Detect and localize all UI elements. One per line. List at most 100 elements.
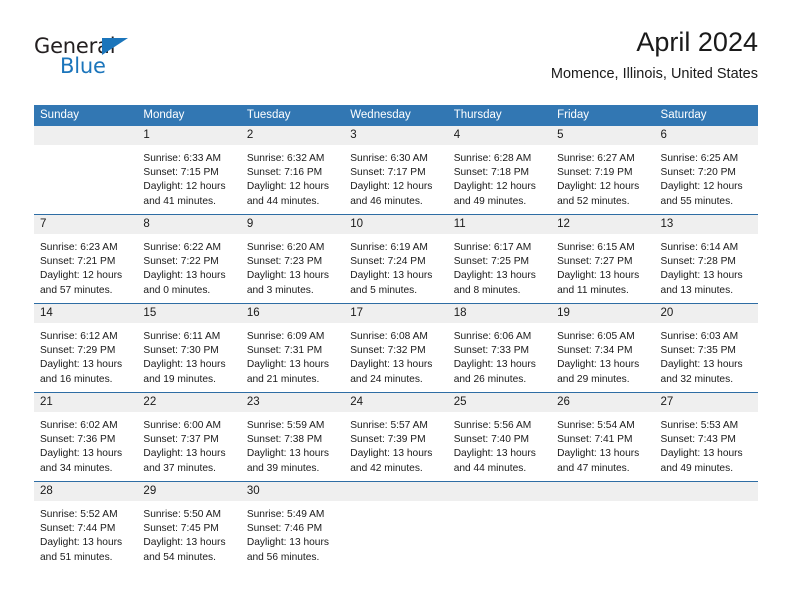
sunrise-text: Sunrise: 5:54 AM <box>557 420 635 431</box>
calendar-day-cell[interactable]: 21 Sunrise: 6:02 AM Sunset: 7:36 PM Dayligh… <box>34 393 138 481</box>
weekday-header-monday: Monday <box>143 109 185 121</box>
day-number: 18 <box>447 304 552 323</box>
calendar-day-cell[interactable]: 17 Sunrise: 6:08 AM Sunset: 7:32 PM Dayligh… <box>344 304 448 392</box>
day-number: 23 <box>240 393 345 412</box>
calendar-day-cell[interactable]: 16 Sunrise: 6:09 AM Sunset: 7:31 PM Dayligh… <box>240 304 345 392</box>
calendar-day-cell[interactable]: 9 Sunrise: 6:20 AM Sunset: 7:23 PM Daylight… <box>240 215 345 303</box>
day-details: Sunrise: 5:54 AM Sunset: 7:41 PM Daylight:… <box>551 412 654 476</box>
calendar-day-cell[interactable]: 29 Sunrise: 5:50 AM Sunset: 7:45 PM Dayligh… <box>137 482 241 570</box>
daylight-text-cont: and 32 minutes. <box>660 373 734 385</box>
day-details: Sunrise: 6:23 AM Sunset: 7:21 PM Daylight:… <box>34 234 137 298</box>
day-details: Sunrise: 6:08 AM Sunset: 7:32 PM Daylight:… <box>344 323 447 387</box>
daylight-text-cont: and 21 minutes. <box>246 373 320 385</box>
sunset-text: Sunset: 7:43 PM <box>660 434 736 446</box>
daylight-text-cont: and 0 minutes. <box>143 284 211 296</box>
day-number: 17 <box>344 304 448 323</box>
calendar-day-cell[interactable]: 18 Sunrise: 6:06 AM Sunset: 7:33 PM Dayligh… <box>447 304 552 392</box>
calendar-day-cell[interactable]: 22 Sunrise: 6:00 AM Sunset: 7:37 PM Dayligh… <box>137 393 241 481</box>
daylight-text: Daylight: 13 hours <box>660 270 743 282</box>
day-number: 15 <box>137 304 241 323</box>
day-details: Sunrise: 6:32 AM Sunset: 7:16 PM Daylight:… <box>241 145 344 209</box>
day-details <box>551 501 654 508</box>
weekday-header-wednesday: Wednesday <box>350 109 411 121</box>
calendar-day-cell[interactable]: 23 Sunrise: 5:59 AM Sunset: 7:38 PM Dayligh… <box>240 393 345 481</box>
calendar-day-cell[interactable]: 14 Sunrise: 6:12 AM Sunset: 7:29 PM Dayligh… <box>34 304 138 392</box>
calendar-page: General Blue April 2024 Momence, Illinoi… <box>0 0 792 612</box>
day-details: Sunrise: 6:03 AM Sunset: 7:35 PM Daylight:… <box>655 323 758 387</box>
calendar-day-cell[interactable]: 10 Sunrise: 6:19 AM Sunset: 7:24 PM Dayligh… <box>344 215 448 303</box>
daylight-text-cont: and 57 minutes. <box>40 284 113 296</box>
daylight-text: Daylight: 13 hours <box>660 359 743 371</box>
daylight-text: Daylight: 13 hours <box>557 270 640 282</box>
calendar-day-cell[interactable]: 19 Sunrise: 6:05 AM Sunset: 7:34 PM Dayligh… <box>551 304 655 392</box>
day-number: 7 <box>34 215 138 234</box>
weekday-header-thursday: Thursday <box>453 109 502 121</box>
daylight-text-cont: and 26 minutes. <box>453 373 527 385</box>
daylight-text-cont: and 37 minutes. <box>143 462 216 474</box>
daylight-text: Daylight: 13 hours <box>453 448 536 460</box>
weekday-header-saturday: Saturday <box>660 109 707 121</box>
day-number: 26 <box>551 393 655 412</box>
day-details: Sunrise: 5:50 AM Sunset: 7:45 PM Daylight:… <box>137 501 240 565</box>
daylight-text-cont: and 24 minutes. <box>350 373 423 385</box>
calendar-day-cell[interactable]: 8 Sunrise: 6:22 AM Sunset: 7:22 PM Daylight… <box>137 215 241 303</box>
sunset-text: Sunset: 7:28 PM <box>660 256 736 268</box>
sunset-text: Sunset: 7:16 PM <box>246 167 323 179</box>
calendar-day-cell[interactable]: 20 Sunrise: 6:03 AM Sunset: 7:35 PM Dayligh… <box>654 304 758 392</box>
calendar-day-cell[interactable]: 26 Sunrise: 5:54 AM Sunset: 7:41 PM Dayligh… <box>551 393 655 481</box>
calendar-day-cell-empty <box>344 482 448 570</box>
calendar-day-cell[interactable]: 13 Sunrise: 6:14 AM Sunset: 7:28 PM Dayligh… <box>654 215 758 303</box>
daylight-text: Daylight: 13 hours <box>143 270 226 282</box>
calendar-day-cell[interactable]: 7 Sunrise: 6:23 AM Sunset: 7:21 PM Daylight… <box>34 215 138 303</box>
calendar-day-cell[interactable]: 25 Sunrise: 5:56 AM Sunset: 7:40 PM Dayligh… <box>447 393 552 481</box>
daylight-text: Daylight: 13 hours <box>40 537 123 549</box>
daylight-text-cont: and 44 minutes. <box>453 462 527 474</box>
weekday-header-row: Sunday Monday Tuesday Wednesday Thursday Frid… <box>34 105 758 126</box>
sunset-text: Sunset: 7:39 PM <box>350 434 426 446</box>
day-number <box>551 482 655 501</box>
sunset-text: Sunset: 7:34 PM <box>557 345 633 357</box>
general-blue-logo[interactable]: General Blue <box>34 34 214 86</box>
calendar-day-cell[interactable]: 5 Sunrise: 6:27 AM Sunset: 7:19 PM Daylight… <box>551 126 655 214</box>
daylight-text: Daylight: 13 hours <box>350 448 433 460</box>
calendar-day-cell[interactable]: 28 Sunrise: 5:52 AM Sunset: 7:44 PM Dayligh… <box>34 482 138 570</box>
sunset-text: Sunset: 7:44 PM <box>40 523 116 535</box>
calendar-day-cell[interactable]: 12 Sunrise: 6:15 AM Sunset: 7:27 PM Dayligh… <box>551 215 655 303</box>
day-number: 3 <box>344 126 448 145</box>
day-details: Sunrise: 6:19 AM Sunset: 7:24 PM Daylight:… <box>344 234 447 298</box>
day-details: Sunrise: 6:27 AM Sunset: 7:19 PM Daylight:… <box>551 145 654 209</box>
daylight-text-cont: and 51 minutes. <box>40 551 113 563</box>
day-number <box>447 482 552 501</box>
daylight-text: Daylight: 13 hours <box>453 270 536 282</box>
sunset-text: Sunset: 7:46 PM <box>246 523 323 535</box>
sunrise-text: Sunrise: 6:33 AM <box>143 153 222 164</box>
calendar-week-row: 1 Sunrise: 6:33 AM Sunset: 7:15 PM Daylight… <box>34 126 758 214</box>
day-number: 27 <box>654 393 758 412</box>
sunset-text: Sunset: 7:38 PM <box>246 434 323 446</box>
sunrise-text: Sunrise: 6:30 AM <box>350 153 428 164</box>
calendar-day-cell[interactable]: 4 Sunrise: 6:28 AM Sunset: 7:18 PM Daylight… <box>447 126 552 214</box>
daylight-text: Daylight: 13 hours <box>350 359 433 371</box>
sunrise-text: Sunrise: 5:59 AM <box>246 420 325 431</box>
calendar-day-cell[interactable]: 30 Sunrise: 5:49 AM Sunset: 7:46 PM Dayligh… <box>240 482 345 570</box>
logo-text-blue: Blue <box>60 54 106 78</box>
sunset-text: Sunset: 7:23 PM <box>246 256 323 268</box>
daylight-text: Daylight: 13 hours <box>350 270 433 282</box>
calendar-day-cell[interactable]: 6 Sunrise: 6:25 AM Sunset: 7:20 PM Daylight… <box>654 126 758 214</box>
day-number: 25 <box>447 393 552 412</box>
day-details: Sunrise: 6:25 AM Sunset: 7:20 PM Daylight:… <box>655 145 758 209</box>
calendar-day-cell[interactable]: 15 Sunrise: 6:11 AM Sunset: 7:30 PM Dayligh… <box>137 304 241 392</box>
calendar-day-cell[interactable]: 27 Sunrise: 5:53 AM Sunset: 7:43 PM Dayligh… <box>654 393 758 481</box>
sunset-text: Sunset: 7:21 PM <box>40 256 116 268</box>
calendar-day-cell[interactable]: 3 Sunrise: 6:30 AM Sunset: 7:17 PM Daylight… <box>344 126 448 214</box>
sunset-text: Sunset: 7:29 PM <box>40 345 116 357</box>
day-number: 6 <box>654 126 758 145</box>
calendar-day-cell[interactable]: 2 Sunrise: 6:32 AM Sunset: 7:16 PM Daylight… <box>240 126 345 214</box>
sunset-text: Sunset: 7:18 PM <box>453 167 530 179</box>
calendar-day-cell[interactable]: 1 Sunrise: 6:33 AM Sunset: 7:15 PM Daylight… <box>137 126 241 214</box>
calendar-day-cell[interactable]: 24 Sunrise: 5:57 AM Sunset: 7:39 PM Dayligh… <box>344 393 448 481</box>
daylight-text-cont: and 29 minutes. <box>557 373 630 385</box>
sunrise-text: Sunrise: 6:19 AM <box>350 242 428 253</box>
day-details: Sunrise: 5:59 AM Sunset: 7:38 PM Daylight:… <box>241 412 344 476</box>
calendar-day-cell[interactable]: 11 Sunrise: 6:17 AM Sunset: 7:25 PM Dayligh… <box>447 215 552 303</box>
